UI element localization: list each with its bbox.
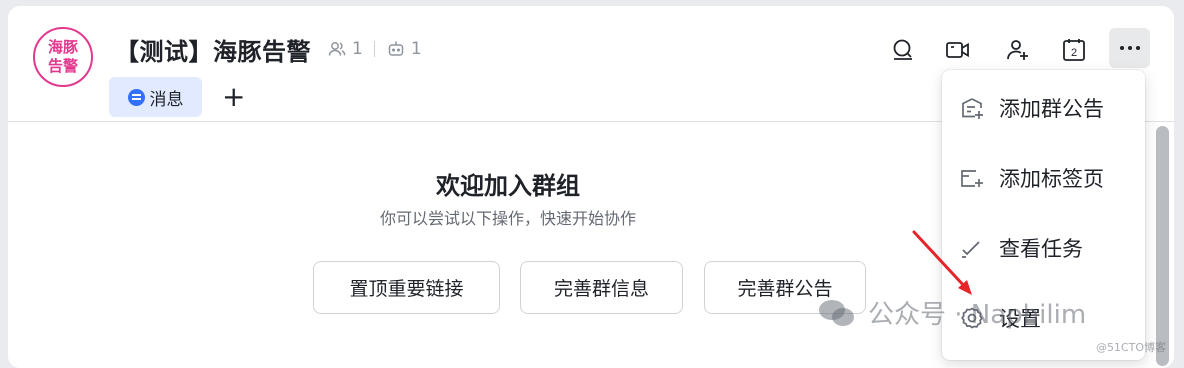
task-check-icon <box>962 241 980 258</box>
svg-text:2: 2 <box>1071 47 1077 59</box>
menu-item-label: 添加群公告 <box>999 97 1104 121</box>
group-avatar[interactable]: 海豚 告警 <box>33 27 93 87</box>
menu-item-view-tasks[interactable]: 查看任务 <box>942 220 1145 276</box>
message-bubble-icon <box>127 88 145 106</box>
more-menu: 添加群公告 添加标签页 查看任务 设置 <box>942 70 1145 360</box>
menu-item-label: 设置 <box>999 307 1041 331</box>
chat-window: 海豚 告警 【测试】海豚告警 1 1 消息 + 2 欢迎加入群组 你可以尝试以下… <box>8 6 1174 368</box>
search-icon <box>893 39 912 60</box>
avatar-text-line1: 海豚 <box>47 38 78 56</box>
member-count[interactable]: 1 1 <box>327 39 422 59</box>
complete-group-info-button[interactable]: 完善群信息 <box>520 261 683 314</box>
welcome-title: 欢迎加入群组 <box>436 172 580 200</box>
tab-messages-label: 消息 <box>149 89 184 110</box>
welcome-subtitle: 你可以尝试以下操作，快速开始协作 <box>379 209 636 228</box>
add-tab-icon <box>961 170 983 187</box>
group-title-row: 【测试】海豚告警 1 1 <box>115 32 422 66</box>
add-tab-button[interactable]: + <box>222 82 245 112</box>
complete-announcement-button[interactable]: 完善群公告 <box>704 261 866 314</box>
avatar-text-line2: 告警 <box>47 57 78 75</box>
menu-item-label: 查看任务 <box>999 237 1083 261</box>
menu-item-label: 添加标签页 <box>999 167 1104 191</box>
bot-count-value: 1 <box>410 39 422 59</box>
search-button[interactable] <box>885 32 921 68</box>
more-button[interactable] <box>1109 28 1150 68</box>
video-icon <box>946 42 969 58</box>
members-icon <box>328 42 346 56</box>
menu-item-add-tab[interactable]: 添加标签页 <box>942 150 1145 206</box>
menu-item-add-announcement[interactable]: 添加群公告 <box>942 80 1145 136</box>
member-count-value: 1 <box>352 39 363 59</box>
menu-item-settings[interactable]: 设置 <box>942 290 1145 346</box>
settings-gear-icon <box>961 307 983 329</box>
video-call-button[interactable] <box>940 32 976 68</box>
group-title[interactable]: 【测试】海豚告警 <box>115 32 311 67</box>
bot-icon <box>388 41 404 56</box>
meta-divider <box>373 41 375 57</box>
tab-messages[interactable]: 消息 <box>109 77 202 117</box>
add-member-icon <box>1007 40 1028 60</box>
calendar-button[interactable]: 2 <box>1056 32 1092 68</box>
scrollbar[interactable] <box>1156 126 1169 366</box>
add-member-button[interactable] <box>1000 32 1036 68</box>
add-announcement-icon <box>962 98 983 119</box>
calendar-icon: 2 <box>1063 39 1085 61</box>
more-icon <box>1119 46 1140 50</box>
pin-links-button[interactable]: 置顶重要链接 <box>313 261 500 314</box>
